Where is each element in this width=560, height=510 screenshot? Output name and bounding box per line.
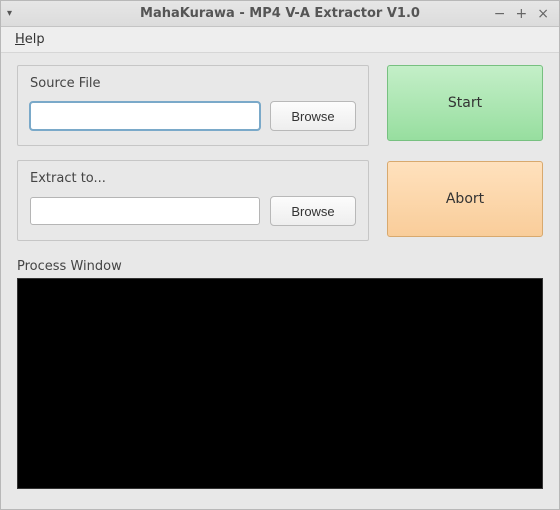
start-button[interactable]: Start: [387, 65, 543, 141]
extract-to-label: Extract to...: [30, 171, 356, 186]
source-browse-button[interactable]: Browse: [270, 101, 356, 131]
window-title: MahaKurawa - MP4 V-A Extractor V1.0: [1, 6, 559, 21]
app-window: ▾ MahaKurawa - MP4 V-A Extractor V1.0 − …: [0, 0, 560, 510]
abort-button[interactable]: Abort: [387, 161, 543, 237]
source-file-row: Browse: [30, 101, 356, 131]
content-area: Source File Browse Extract to... Browse …: [1, 53, 559, 509]
top-row: Source File Browse Extract to... Browse …: [17, 65, 543, 241]
window-menu-icon[interactable]: ▾: [1, 8, 17, 19]
source-file-panel: Source File Browse: [17, 65, 369, 146]
input-panels: Source File Browse Extract to... Browse: [17, 65, 369, 241]
menu-help[interactable]: Help: [9, 30, 51, 49]
window-controls: − + ×: [484, 7, 559, 21]
process-section: Process Window: [17, 259, 543, 489]
menubar: Help: [1, 27, 559, 53]
titlebar: ▾ MahaKurawa - MP4 V-A Extractor V1.0 − …: [1, 1, 559, 27]
extract-browse-button[interactable]: Browse: [270, 196, 356, 226]
extract-to-panel: Extract to... Browse: [17, 160, 369, 241]
source-file-label: Source File: [30, 76, 356, 91]
close-icon[interactable]: ×: [537, 7, 549, 21]
extract-to-input[interactable]: [30, 197, 260, 225]
source-file-input[interactable]: [30, 102, 260, 130]
process-window-label: Process Window: [17, 259, 543, 274]
action-buttons: Start Abort: [387, 65, 543, 241]
minimize-icon[interactable]: −: [494, 7, 506, 21]
process-window-output: [17, 278, 543, 489]
maximize-icon[interactable]: +: [516, 7, 528, 21]
extract-to-row: Browse: [30, 196, 356, 226]
